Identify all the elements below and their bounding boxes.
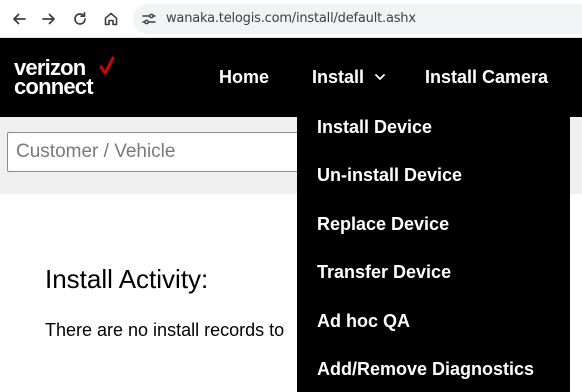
address-bar[interactable]: wanaka.telogis.com/install/default.ashx <box>133 4 582 34</box>
menu-item-ad-hoc-qa[interactable]: Ad hoc QA <box>317 311 410 332</box>
chevron-down-icon[interactable] <box>374 72 386 82</box>
home-icon <box>104 12 118 26</box>
menu-item-uninstall-device[interactable]: Un-install Device <box>317 165 462 186</box>
site-settings-icon[interactable] <box>141 11 157 27</box>
forward-arrow-icon <box>42 13 55 25</box>
page: wanaka.telogis.com/install/default.ashx … <box>0 0 582 392</box>
home-button[interactable] <box>97 5 125 33</box>
nav-home[interactable]: Home <box>219 67 269 88</box>
customer-vehicle-search-input[interactable] <box>7 132 327 172</box>
site-header: verizon connect Home Install Install Cam… <box>0 38 582 117</box>
menu-item-add-remove-diagnostics[interactable]: Add/Remove Diagnostics <box>317 359 534 380</box>
back-arrow-icon <box>13 13 26 25</box>
empty-records-message: There are no install records to <box>45 320 285 340</box>
install-dropdown-menu: Install Device Un-install Device Replace… <box>297 117 570 392</box>
url-text: wanaka.telogis.com/install/default.ashx <box>166 11 416 26</box>
logo-line2: connect <box>14 74 94 99</box>
nav-install-camera[interactable]: Install Camera <box>425 67 548 88</box>
checkmark-icon <box>99 56 115 75</box>
menu-item-replace-device[interactable]: Replace Device <box>317 214 449 235</box>
install-activity-heading: Install Activity: <box>45 264 209 294</box>
reload-icon <box>74 11 86 25</box>
verizon-connect-logo[interactable]: verizon connect <box>14 56 115 99</box>
menu-item-transfer-device[interactable]: Transfer Device <box>317 262 451 283</box>
back-button[interactable] <box>5 5 33 33</box>
reload-button[interactable] <box>66 5 94 33</box>
browser-toolbar: wanaka.telogis.com/install/default.ashx <box>0 0 582 38</box>
forward-button[interactable] <box>35 5 63 33</box>
nav-install[interactable]: Install <box>312 67 364 88</box>
menu-item-install-device[interactable]: Install Device <box>317 117 432 138</box>
